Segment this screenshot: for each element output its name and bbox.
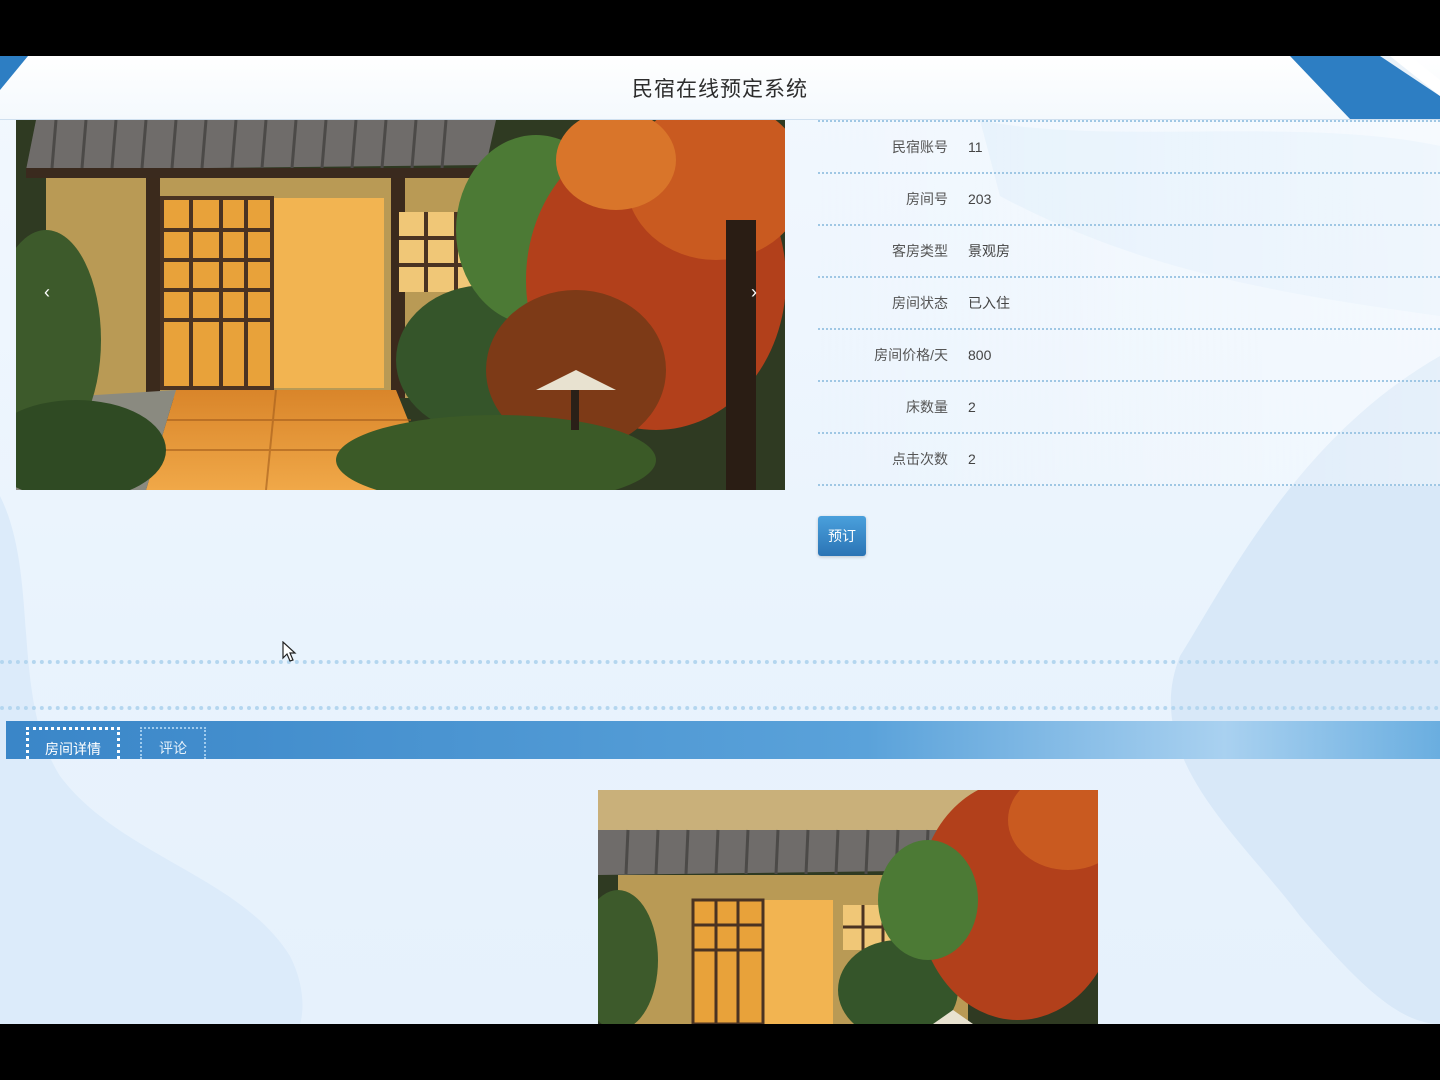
detail-row-price: 房间价格/天 800 <box>818 330 1440 382</box>
section-divider-upper <box>0 660 1440 664</box>
detail-row-click-count: 点击次数 2 <box>818 434 1440 486</box>
detail-value: 景观房 <box>968 243 1010 259</box>
app-header: 民宿在线预定系统 <box>0 56 1440 120</box>
detail-value: 203 <box>968 191 992 207</box>
detail-label: 客房类型 <box>892 243 948 259</box>
detail-label: 民宿账号 <box>892 139 948 155</box>
room-photo <box>16 120 785 490</box>
room-details-list: 民宿账号 11 房间号 203 客房类型 景观房 房间状态 已入住 房间价格/天… <box>818 120 1440 486</box>
page-title: 民宿在线预定系统 <box>632 78 808 101</box>
page-viewport: 民宿在线预定系统 ‹ › 民宿账号 11 房间号 203 客房类型 景观房 房间… <box>0 56 1440 1024</box>
tab-comments[interactable]: 评论 <box>140 727 206 759</box>
room-detail-image <box>598 790 1098 1024</box>
detail-value: 2 <box>968 399 976 415</box>
detail-value: 11 <box>968 139 983 155</box>
detail-label: 房间价格/天 <box>874 347 948 363</box>
detail-label: 点击次数 <box>892 451 948 467</box>
room-image-carousel[interactable]: ‹ › <box>16 120 785 490</box>
detail-row-room-status: 房间状态 已入住 <box>818 278 1440 330</box>
detail-value: 2 <box>968 451 976 467</box>
book-button[interactable]: 预订 <box>818 516 866 556</box>
detail-row-account: 民宿账号 11 <box>818 122 1440 174</box>
detail-tabs: 房间详情 评论 <box>6 721 1440 759</box>
carousel-prev-icon[interactable]: ‹ <box>44 282 50 303</box>
mouse-cursor-icon <box>282 641 297 662</box>
section-divider-lower <box>0 706 1440 710</box>
detail-label: 房间号 <box>906 191 948 207</box>
detail-row-bed-count: 床数量 2 <box>818 382 1440 434</box>
detail-label: 床数量 <box>906 399 948 415</box>
detail-row-room-type: 客房类型 景观房 <box>818 226 1440 278</box>
detail-row-room-number: 房间号 203 <box>818 174 1440 226</box>
tab-room-details[interactable]: 房间详情 <box>26 727 120 759</box>
detail-value: 800 <box>968 347 992 363</box>
detail-value: 已入住 <box>968 295 1010 311</box>
carousel-next-icon[interactable]: › <box>751 282 757 303</box>
detail-label: 房间状态 <box>892 295 948 311</box>
